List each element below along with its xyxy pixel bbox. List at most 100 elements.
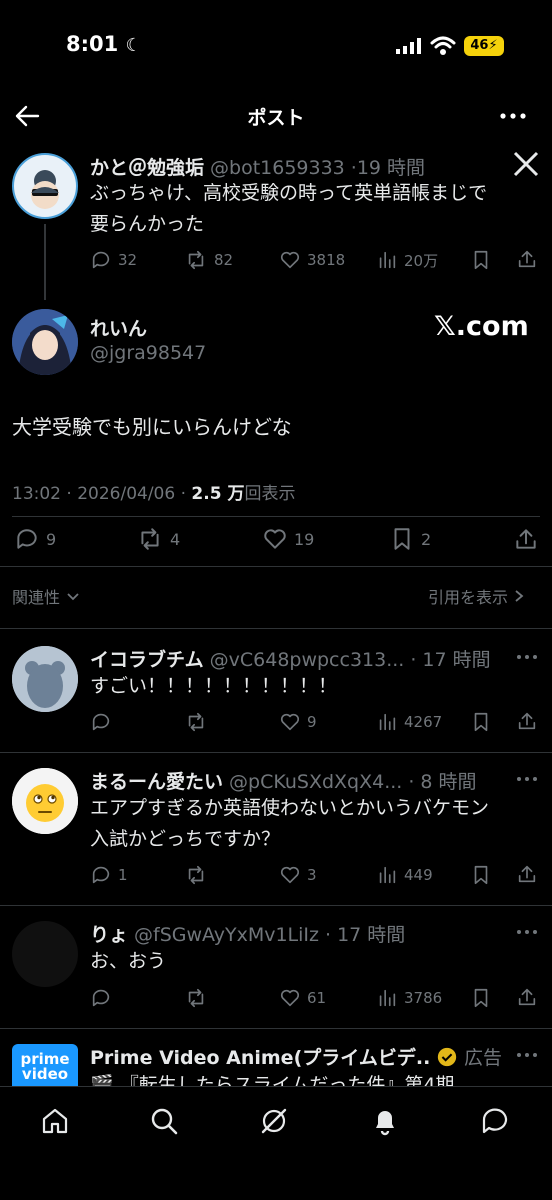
sort-relevance-dropdown[interactable]: 関連性 [12, 584, 80, 608]
quoted-tweet-header: かと＠勉強垢 @bot1659333 ·19 時間 [90, 153, 510, 180]
search-icon[interactable] [148, 1105, 180, 1137]
author-name[interactable]: イコラブチム [90, 645, 204, 672]
repost-icon [188, 712, 204, 732]
more-options-icon[interactable] [500, 113, 526, 119]
post-time: · 17 時間 [325, 924, 406, 946]
reply-icon [92, 989, 110, 1007]
bookmark-icon[interactable] [470, 711, 492, 733]
signal-icon [396, 38, 422, 54]
ad-header: Prime Video Anime(プライムビデ... 広告 [90, 1043, 510, 1070]
x-com-watermark: 𝕏.com [434, 311, 529, 342]
divider [12, 516, 540, 517]
post-time: · 8 時間 [408, 771, 477, 793]
views-button[interactable]: 20万 [376, 249, 438, 271]
like-button[interactable]: 3 [279, 864, 317, 886]
repost-icon [188, 250, 204, 270]
author-handle[interactable]: @fSGwAyYxMv1LiIz [134, 924, 319, 946]
author-handle[interactable]: @pCKuSXdXqX4... [229, 771, 402, 793]
more-options-icon[interactable] [516, 776, 538, 782]
avatar-reply-3[interactable] [12, 921, 78, 987]
author-handle[interactable]: @jgra98547 [90, 342, 206, 364]
author-handle[interactable]: @bot1659333 [210, 157, 345, 179]
avatar-rein[interactable] [12, 309, 78, 375]
notifications-bell-icon[interactable] [369, 1105, 401, 1137]
reply-header: イコラブチム @vC648pwpcc313... · 17 時間 [90, 645, 505, 672]
battery-icon: 46⚡ [464, 36, 504, 56]
reply-button[interactable]: 32 [90, 249, 137, 271]
repost-button[interactable] [184, 987, 214, 1009]
home-icon[interactable] [39, 1105, 71, 1137]
avatar-reply-1[interactable] [12, 646, 78, 712]
share-icon[interactable] [516, 986, 538, 1008]
views-icon [379, 251, 396, 269]
more-options-icon[interactable] [516, 1052, 538, 1058]
like-button[interactable]: 19 [262, 526, 314, 552]
reply-button[interactable] [90, 987, 118, 1009]
heart-icon [280, 251, 300, 269]
views-button[interactable]: 4267 [376, 711, 442, 733]
divider [0, 752, 552, 753]
bookmark-icon[interactable] [470, 987, 492, 1009]
ad-label: 広告 [464, 1047, 503, 1069]
wifi-icon [430, 36, 456, 56]
divider [0, 566, 552, 567]
post-timestamp: 13:02 · 2026/04/06 · 2.5 万回表示 [12, 484, 296, 504]
reply-icon [92, 251, 110, 269]
reply-button[interactable] [90, 711, 118, 733]
divider [0, 905, 552, 906]
author-name[interactable]: まるーん愛たい [90, 767, 223, 794]
views-icon [379, 866, 396, 884]
messages-icon[interactable] [479, 1105, 511, 1137]
more-options-icon[interactable] [516, 929, 538, 935]
more-options-icon[interactable] [516, 654, 538, 660]
bookmark-icon [394, 528, 410, 550]
repost-button[interactable] [184, 864, 214, 886]
bookmark-icon[interactable] [470, 864, 492, 886]
page-title: ポスト [247, 107, 305, 129]
share-icon[interactable] [516, 710, 538, 732]
heart-icon [280, 989, 300, 1007]
views-button[interactable]: 449 [376, 864, 433, 886]
views-button[interactable]: 3786 [376, 987, 442, 1009]
heart-icon [280, 866, 300, 884]
views-icon [379, 989, 396, 1007]
like-button[interactable]: 61 [279, 987, 326, 1009]
reply-text: すごい！！！！！！！！！！ [90, 675, 338, 697]
bottom-nav [0, 1086, 552, 1200]
reply-button[interactable]: 1 [90, 864, 128, 886]
bookmark-icon[interactable] [470, 249, 492, 271]
like-button[interactable]: 3818 [279, 249, 345, 271]
reply-button[interactable]: 9 [14, 526, 56, 552]
heart-icon [280, 713, 300, 731]
avatar-kato[interactable] [12, 153, 78, 219]
share-icon[interactable] [513, 526, 539, 552]
view-quotes-link[interactable]: 引用を表示 [428, 584, 524, 608]
quoted-tweet-text: ぶっちゃけ、高校受験の時って英単語帳まじで 要らんかった [90, 182, 488, 235]
author-name[interactable]: かと＠勉強垢 [90, 153, 204, 180]
repost-icon [188, 865, 204, 885]
reply-icon [92, 713, 110, 731]
repost-button[interactable]: 82 [184, 249, 233, 271]
repost-button[interactable] [184, 711, 214, 733]
author-handle[interactable]: @vC648pwpcc313... [210, 649, 405, 671]
reply-icon [92, 866, 110, 884]
grok-icon[interactable] [258, 1105, 290, 1137]
bookmark-button[interactable]: 2 [389, 526, 431, 552]
post-time: ·19 時間 [350, 157, 426, 179]
chevron-right-icon [515, 590, 524, 602]
advertiser-name[interactable]: Prime Video Anime(プライムビデ... [90, 1043, 430, 1070]
like-button[interactable]: 9 [279, 711, 317, 733]
author-name[interactable]: りょ [90, 920, 128, 947]
views-icon [379, 713, 396, 731]
share-icon[interactable] [516, 863, 538, 885]
heart-icon [264, 529, 286, 549]
reply-icon [17, 529, 37, 549]
author-name[interactable]: れいん [90, 314, 147, 341]
repost-button[interactable]: 4 [136, 526, 180, 552]
status-time: 8:01 ☾ [66, 32, 142, 56]
chevron-down-icon [67, 593, 79, 601]
avatar-reply-2[interactable] [12, 768, 78, 834]
verified-badge-icon [437, 1047, 457, 1066]
share-icon[interactable] [516, 248, 538, 270]
view-count: 2.5 万 [191, 484, 245, 504]
